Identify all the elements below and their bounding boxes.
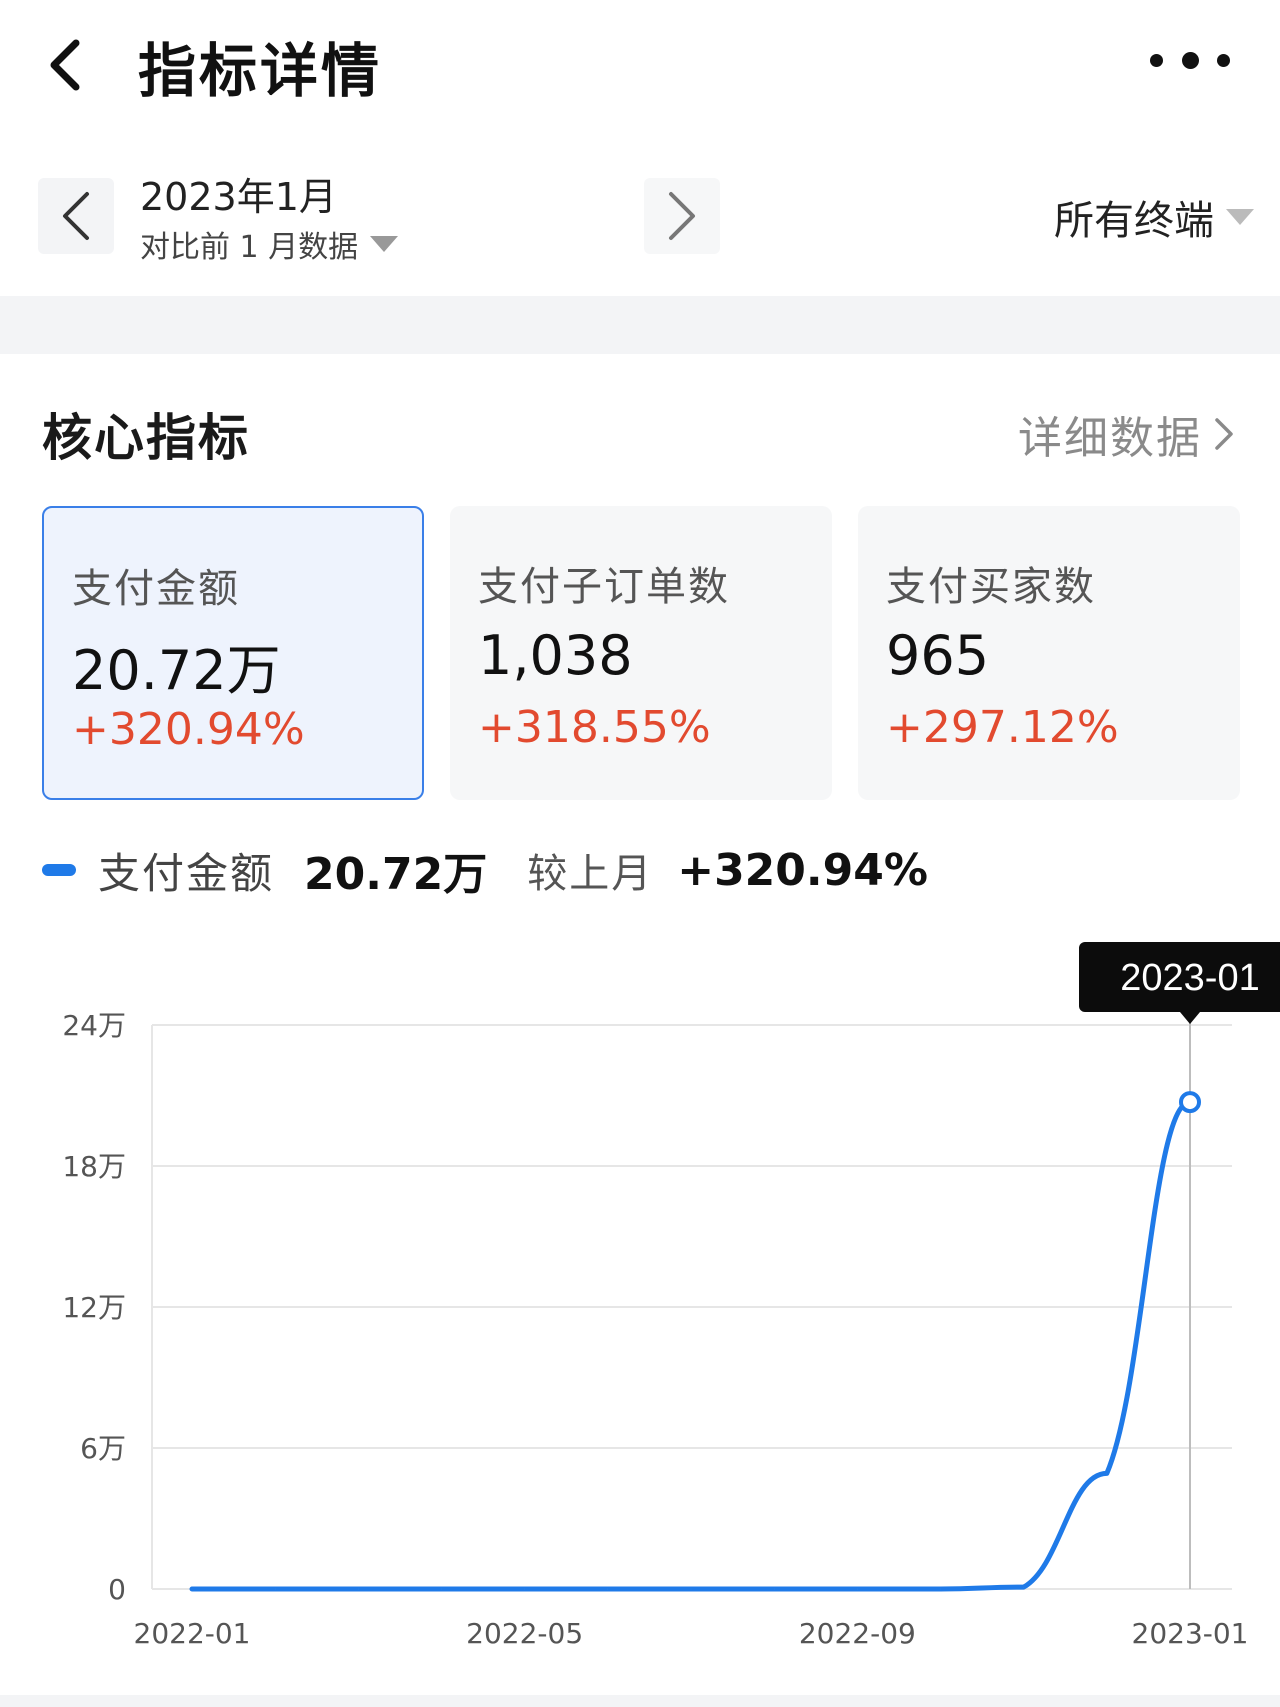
chevron-right-icon xyxy=(1215,418,1233,450)
caret-down-icon xyxy=(1226,209,1254,225)
x-tick-label: 2022-09 xyxy=(799,1617,916,1650)
compare-period-dropdown[interactable]: 对比前 1 月数据 xyxy=(140,222,399,266)
selected-month: 2023年1月 xyxy=(140,175,337,219)
prev-month-button[interactable] xyxy=(38,178,114,254)
chevron-right-icon xyxy=(669,192,695,240)
y-tick-label: 12万 xyxy=(62,1291,126,1324)
section-title: 核心指标 xyxy=(42,409,250,467)
chevron-left-icon xyxy=(50,39,80,91)
tooltip-pointer xyxy=(1180,1012,1200,1024)
more-dot-right xyxy=(1217,53,1230,67)
page-title: 指标详情 xyxy=(138,37,383,105)
legend-swatch xyxy=(42,864,76,876)
chart-legend: 支付金额 20.72万 较上月 +320.94% xyxy=(42,840,928,900)
tooltip-label: 2023-01 xyxy=(1120,957,1259,999)
navbar: 指标详情 xyxy=(0,0,1280,130)
more-button[interactable] xyxy=(1150,40,1230,80)
legend-value: 20.72万 xyxy=(304,849,488,900)
metric-card-payment-amount[interactable]: 支付金额 20.72万 +320.94% xyxy=(42,506,424,800)
metric-value: 1,038 xyxy=(478,624,633,687)
metric-label: 支付子订单数 xyxy=(478,564,730,610)
metric-card-sub-orders[interactable]: 支付子订单数 1,038 +318.55% xyxy=(450,506,832,800)
next-month-button[interactable] xyxy=(644,178,720,254)
date-selector: 2023年1月 对比前 1 月数据 所有终端 xyxy=(0,150,1280,290)
metric-value: 20.72万 xyxy=(72,639,281,702)
series-line xyxy=(189,1099,1193,1592)
line-chart[interactable]: 0 6万 12万 18万 24万 2022-01 2022-05 2022-09 2023-01… xyxy=(0,930,1280,1670)
compare-period-label: 对比前 1 月数据 xyxy=(140,230,359,265)
bottom-divider xyxy=(0,1695,1280,1707)
detail-data-link[interactable]: 详细数据 xyxy=(1018,402,1238,466)
terminal-dropdown[interactable]: 所有终端 xyxy=(1054,188,1254,246)
terminal-label: 所有终端 xyxy=(1054,198,1214,244)
metric-value: 965 xyxy=(886,624,990,687)
y-tick-label: 0 xyxy=(108,1573,126,1606)
y-tick-label: 18万 xyxy=(62,1150,126,1183)
more-dot-middle xyxy=(1181,51,1199,69)
more-dots-icon xyxy=(1150,53,1163,67)
legend-series-name: 支付金额 xyxy=(98,848,275,898)
metric-label: 支付买家数 xyxy=(886,564,1096,610)
section-divider xyxy=(0,296,1280,354)
metric-label: 支付金额 xyxy=(72,566,240,612)
legend-change: +320.94% xyxy=(677,844,928,896)
metric-card-buyers[interactable]: 支付买家数 965 +297.12% xyxy=(858,506,1240,800)
x-tick-label: 2023-01 xyxy=(1132,1617,1249,1650)
metric-change: +318.55% xyxy=(478,702,711,753)
legend-compare-label: 较上月 xyxy=(527,851,654,897)
detail-data-label: 详细数据 xyxy=(1018,413,1202,464)
highlight-point xyxy=(1179,1091,1201,1114)
caret-down-icon xyxy=(370,236,399,252)
chevron-left-icon xyxy=(63,192,89,240)
x-tick-label: 2022-01 xyxy=(134,1617,251,1650)
metric-cards: 支付金额 20.72万 +320.94% 支付子订单数 1,038 +318.5… xyxy=(42,506,1240,800)
x-tick-label: 2022-05 xyxy=(466,1617,583,1650)
metric-change: +297.12% xyxy=(886,702,1119,753)
chart-svg: 0 6万 12万 18万 24万 2022-01 2022-05 2022-09 2023-01… xyxy=(62,942,1280,1650)
y-tick-label: 6万 xyxy=(80,1432,126,1465)
y-tick-label: 24万 xyxy=(62,1009,126,1042)
metric-change: +320.94% xyxy=(72,704,305,755)
back-button[interactable] xyxy=(34,30,94,100)
